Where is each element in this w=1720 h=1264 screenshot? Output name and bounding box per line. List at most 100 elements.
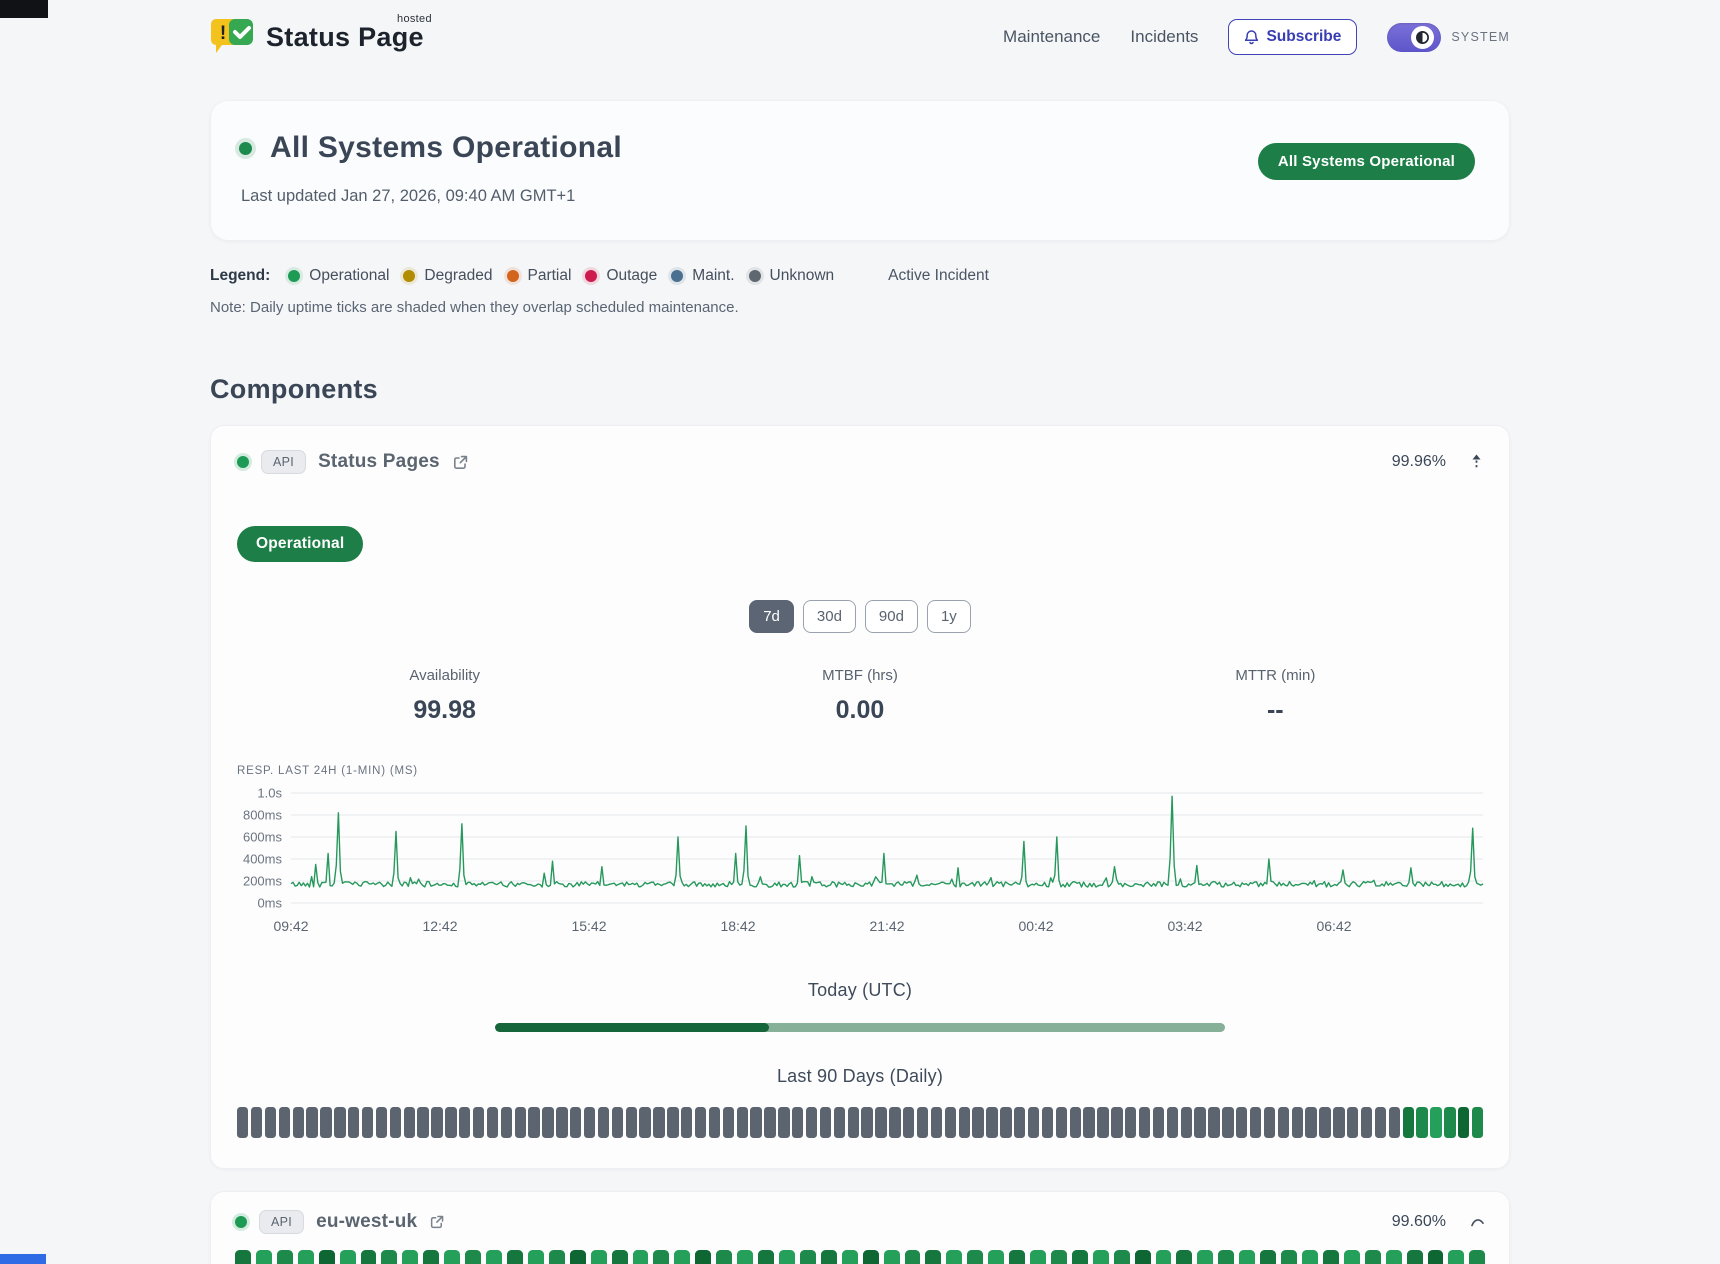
uptime-tick[interactable]: [1403, 1107, 1414, 1138]
uptime-tick[interactable]: [925, 1250, 941, 1264]
uptime-tick[interactable]: [1111, 1107, 1122, 1138]
uptime-tick[interactable]: [1176, 1250, 1192, 1264]
uptime-tick[interactable]: [1407, 1250, 1423, 1264]
uptime-tick[interactable]: [806, 1107, 817, 1138]
uptime-tick[interactable]: [570, 1107, 581, 1138]
subscribe-button[interactable]: Subscribe: [1228, 19, 1357, 55]
uptime-tick[interactable]: [1218, 1250, 1234, 1264]
uptime-tick[interactable]: [423, 1250, 439, 1264]
uptime-tick[interactable]: [473, 1107, 484, 1138]
uptime-tick[interactable]: [875, 1107, 886, 1138]
uptime-tick[interactable]: [515, 1107, 526, 1138]
nav-maintenance[interactable]: Maintenance: [1003, 27, 1100, 47]
uptime-tick[interactable]: [431, 1107, 442, 1138]
uptime-tick[interactable]: [1014, 1107, 1025, 1138]
uptime-tick[interactable]: [723, 1107, 734, 1138]
uptime-tick[interactable]: [820, 1107, 831, 1138]
uptime-tick[interactable]: [674, 1250, 690, 1264]
uptime-tick[interactable]: [848, 1107, 859, 1138]
uptime-tick[interactable]: [404, 1107, 415, 1138]
uptime-tick[interactable]: [1056, 1107, 1067, 1138]
uptime-tick[interactable]: [1302, 1250, 1318, 1264]
uptime-tick[interactable]: [1361, 1107, 1372, 1138]
uptime-tick[interactable]: [972, 1107, 983, 1138]
uptime-tick[interactable]: [1469, 1250, 1485, 1264]
uptime-tick[interactable]: [528, 1250, 544, 1264]
uptime-tick[interactable]: [758, 1250, 774, 1264]
uptime-tick[interactable]: [1093, 1250, 1109, 1264]
collapse-arrow-icon[interactable]: [1470, 453, 1483, 471]
range-button-30d[interactable]: 30d: [803, 600, 856, 633]
uptime-tick[interactable]: [1139, 1107, 1150, 1138]
uptime-tick[interactable]: [861, 1107, 872, 1138]
uptime-tick[interactable]: [1430, 1107, 1441, 1138]
uptime-tick[interactable]: [903, 1107, 914, 1138]
uptime-tick[interactable]: [361, 1250, 377, 1264]
uptime-tick[interactable]: [362, 1107, 373, 1138]
uptime-tick[interactable]: [293, 1107, 304, 1138]
uptime-tick[interactable]: [486, 1250, 502, 1264]
uptime-tick[interactable]: [1239, 1250, 1255, 1264]
uptime-tick[interactable]: [945, 1107, 956, 1138]
uptime-tick[interactable]: [542, 1107, 553, 1138]
uptime-tick[interactable]: [1375, 1107, 1386, 1138]
uptime-tick[interactable]: [279, 1107, 290, 1138]
uptime-tick[interactable]: [235, 1250, 251, 1264]
uptime-tick[interactable]: [556, 1107, 567, 1138]
uptime-tick[interactable]: [256, 1250, 272, 1264]
uptime-tick[interactable]: [528, 1107, 539, 1138]
uptime-tick[interactable]: [1305, 1107, 1316, 1138]
uptime-tick[interactable]: [251, 1107, 262, 1138]
uptime-tick[interactable]: [1347, 1107, 1358, 1138]
uptime-tick[interactable]: [653, 1250, 669, 1264]
uptime-tick[interactable]: [1333, 1107, 1344, 1138]
uptime-tick[interactable]: [681, 1107, 692, 1138]
uptime-tick[interactable]: [465, 1250, 481, 1264]
uptime-tick[interactable]: [1030, 1250, 1046, 1264]
external-link-icon[interactable]: [452, 454, 469, 471]
uptime-tick[interactable]: [1097, 1107, 1108, 1138]
uptime-tick[interactable]: [792, 1107, 803, 1138]
uptime-tick[interactable]: [1344, 1250, 1360, 1264]
uptime-tick[interactable]: [501, 1107, 512, 1138]
uptime-tick[interactable]: [1194, 1107, 1205, 1138]
uptime-tick[interactable]: [1281, 1250, 1297, 1264]
uptime-tick[interactable]: [863, 1250, 879, 1264]
uptime-tick[interactable]: [737, 1250, 753, 1264]
uptime-tick[interactable]: [778, 1107, 789, 1138]
uptime-tick[interactable]: [376, 1107, 387, 1138]
uptime-tick[interactable]: [1135, 1250, 1151, 1264]
uptime-tick[interactable]: [986, 1107, 997, 1138]
uptime-tick[interactable]: [390, 1107, 401, 1138]
uptime-tick[interactable]: [737, 1107, 748, 1138]
uptime-tick[interactable]: [598, 1107, 609, 1138]
uptime-tick[interactable]: [1278, 1107, 1289, 1138]
uptime-tick[interactable]: [1389, 1107, 1400, 1138]
uptime-tick[interactable]: [764, 1107, 775, 1138]
uptime-tick[interactable]: [1458, 1107, 1469, 1138]
uptime-tick[interactable]: [889, 1107, 900, 1138]
uptime-tick[interactable]: [402, 1250, 418, 1264]
uptime-tick[interactable]: [1260, 1250, 1276, 1264]
theme-toggle[interactable]: [1387, 23, 1441, 52]
uptime-tick[interactable]: [709, 1107, 720, 1138]
uptime-tick[interactable]: [884, 1250, 900, 1264]
uptime-tick[interactable]: [1428, 1250, 1444, 1264]
external-link-icon[interactable]: [429, 1214, 445, 1230]
collapse-chevron-icon[interactable]: [1470, 1216, 1485, 1228]
uptime-tick[interactable]: [967, 1250, 983, 1264]
uptime-tick[interactable]: [1028, 1107, 1039, 1138]
uptime-tick[interactable]: [277, 1250, 293, 1264]
uptime-tick[interactable]: [298, 1250, 314, 1264]
uptime-tick[interactable]: [1386, 1250, 1402, 1264]
uptime-tick[interactable]: [800, 1250, 816, 1264]
uptime-tick[interactable]: [946, 1250, 962, 1264]
uptime-tick[interactable]: [1167, 1107, 1178, 1138]
uptime-tick[interactable]: [1153, 1107, 1164, 1138]
uptime-tick[interactable]: [1292, 1107, 1303, 1138]
uptime-tick[interactable]: [591, 1250, 607, 1264]
uptime-tick[interactable]: [487, 1107, 498, 1138]
uptime-tick[interactable]: [821, 1250, 837, 1264]
uptime-tick[interactable]: [653, 1107, 664, 1138]
uptime-tick[interactable]: [1208, 1107, 1219, 1138]
